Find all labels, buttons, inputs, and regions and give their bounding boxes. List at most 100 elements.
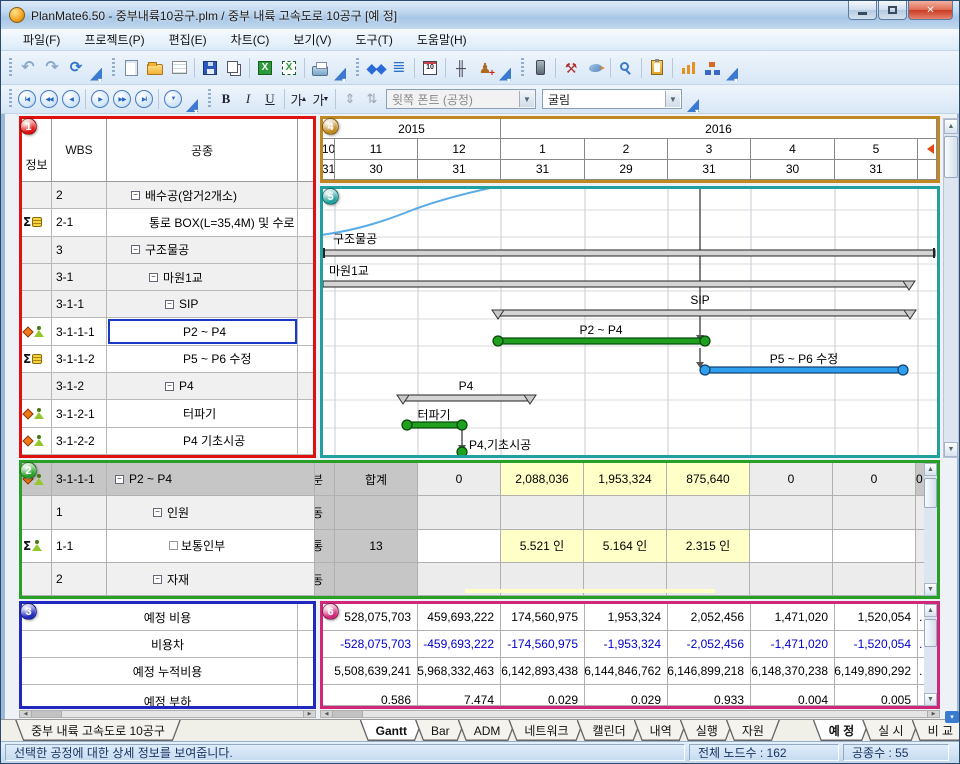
font-larger-button[interactable]: 가▲ [289,89,309,109]
work-name-cell[interactable]: −SIP [107,291,298,317]
toolbar-overflow-icon[interactable] [334,55,346,81]
refresh-view-icon[interactable]: ⟳ [65,57,87,79]
scroll-right-icon[interactable]: ▶ [303,711,315,717]
collapse-icon[interactable]: − [149,273,158,282]
nav-last-icon[interactable]: ▶I [135,90,153,108]
clipboard-icon[interactable] [646,57,668,79]
collapse-icon[interactable]: − [115,475,124,484]
resource-vertical-scrollbar[interactable]: ▲ ▼ [924,463,937,596]
task-end-node[interactable] [898,365,908,375]
nav-fast-next-icon[interactable]: ▶▶ [113,90,131,108]
excel-import-icon[interactable]: X [278,57,300,79]
scroll-down-icon[interactable]: ▼ [924,693,937,706]
work-name-cell[interactable]: −P4 [107,373,298,399]
resource-row[interactable]: 3-1-1-1−P2 ~ P4구분합계02,088,0361,953,32487… [22,463,937,496]
work-name-cell[interactable]: 통로 BOX(L=35,4M) 및 수로 [107,209,298,235]
row-height-button[interactable]: ⇕ [340,89,360,109]
work-name-cell[interactable]: −마원1교 [107,264,298,290]
redo-icon[interactable]: ↷ [41,57,63,79]
filter-list-icon[interactable]: ≣ [388,57,410,79]
scroll-up-icon[interactable]: ▲ [924,604,937,617]
collapse-icon[interactable]: − [153,508,162,517]
cost-value-row[interactable]: -528,075,703-459,693,222-174,560,975-1,9… [323,631,937,658]
menu-item-c[interactable]: 차트(C) [219,28,282,51]
scroll-down-icon[interactable]: ▼ [944,442,958,457]
wbs-row[interactable]: Σ3-1-1-2P5 ~ P6 수정 [22,346,313,373]
collapse-icon[interactable]: − [131,191,140,200]
cost-label-row[interactable]: 예정 비용 [22,604,313,631]
collapse-icon[interactable]: − [165,382,174,391]
new-document-icon[interactable] [120,57,142,79]
toolbar-drag-handle[interactable] [356,58,359,78]
tools-icon[interactable]: ⚒ [560,57,582,79]
task-start-node[interactable] [700,365,710,375]
toolbar-drag-handle[interactable] [9,89,12,109]
scroll-left-icon[interactable]: ◀ [321,711,333,717]
minimize-button[interactable] [848,1,877,20]
resource-name-cell[interactable]: −자재 [107,563,315,595]
work-column-header[interactable]: 공종 [107,119,298,181]
cost-value-row[interactable]: 0.5867.4740.0290.0290.9330.0040.005 [323,685,937,706]
nav-next-icon[interactable]: ▶ [91,90,109,108]
toolbar-drag-handle[interactable] [208,89,211,109]
wbs-row[interactable]: 3-1-2-1터파기 [22,400,313,427]
histogram-icon[interactable] [677,57,699,79]
scrollbar-thumb[interactable] [924,619,937,647]
checkbox-icon[interactable] [169,541,178,550]
scrollbar-thumb[interactable] [944,136,958,178]
task-start-node[interactable] [493,336,503,346]
left-horizontal-scrollbar[interactable]: ◀ ▶ [19,710,316,718]
add-resource-icon[interactable]: ♟ [474,57,496,79]
collapse-icon[interactable]: − [131,245,140,254]
nav-first-icon[interactable]: I◀ [18,90,36,108]
work-name-cell[interactable]: −구조물공 [107,237,298,263]
nav-fast-prev-icon[interactable]: ◀◀ [40,90,58,108]
wbs-row[interactable]: 3-1-2−P4 [22,373,313,400]
scroll-up-icon[interactable]: ▲ [944,119,958,134]
wbs-row[interactable]: 3−구조물공 [22,237,313,264]
underline-button[interactable]: U [260,89,280,109]
resource-name-cell[interactable]: −인원 [107,496,315,528]
panel-overflow-icon[interactable]: ▾ [945,711,959,723]
menu-item-v[interactable]: 보기(V) [281,28,343,51]
work-name-cell[interactable]: −배수공(암거2개소) [107,182,298,208]
cost-vertical-scrollbar[interactable]: ▲ ▼ [924,604,937,706]
scrollbar-thumb[interactable] [333,711,363,717]
copy-sheet-icon[interactable] [223,57,245,79]
toolbar-overflow-icon[interactable] [726,55,738,81]
resource-name-cell[interactable]: 보통인부 [107,530,315,562]
collapse-icon[interactable]: − [165,300,174,309]
resource-name-cell[interactable]: −P2 ~ P4 [107,463,315,495]
scroll-left-icon[interactable]: ◀ [20,711,32,717]
menu-item-p[interactable]: 프로젝트(P) [72,28,156,51]
view-tab-네트워크[interactable]: 네트워크 [508,720,584,741]
toolbar-drag-handle[interactable] [9,58,12,78]
font-smaller-button[interactable]: 가▼ [311,89,331,109]
excel-export-icon[interactable]: X [254,57,276,79]
open-file-icon[interactable] [144,57,166,79]
summary-bar[interactable] [323,281,909,287]
task-end-node[interactable] [700,336,710,346]
work-name-cell[interactable]: P4 기초시공 [107,428,298,454]
link-tasks-icon[interactable]: ◆-◆ [364,57,386,79]
toolbar-overflow-icon[interactable] [90,55,102,81]
wbs-row[interactable]: 3-1−마원1교 [22,264,313,291]
device-icon[interactable] [529,57,551,79]
task-bar[interactable] [407,422,462,428]
print-icon[interactable] [309,57,331,79]
toolbar-overflow-icon[interactable] [687,86,699,112]
task-bar[interactable] [498,338,705,344]
wbs-row[interactable]: 3-1-1-1P2 ~ P4 [22,318,313,345]
close-button[interactable]: ✕ [908,1,953,20]
cost-value-row[interactable]: 528,075,703459,693,222174,560,9751,953,3… [323,604,937,631]
milestone-node[interactable] [457,447,467,455]
resource-bar-icon[interactable]: ╫ [450,57,472,79]
view-tab-캘린더[interactable]: 캘린더 [577,720,642,741]
scroll-right-icon[interactable]: ▶ [927,711,939,717]
task-end-node[interactable] [457,420,467,430]
bird-icon[interactable] [584,57,606,79]
gantt-vertical-scrollbar[interactable]: ▲ ▼ [943,118,959,458]
wbs-row[interactable]: 3-1-1−SIP [22,291,313,318]
menu-item-e[interactable]: 편집(E) [157,28,219,51]
mode-tab[interactable]: 비 교 [912,720,960,741]
